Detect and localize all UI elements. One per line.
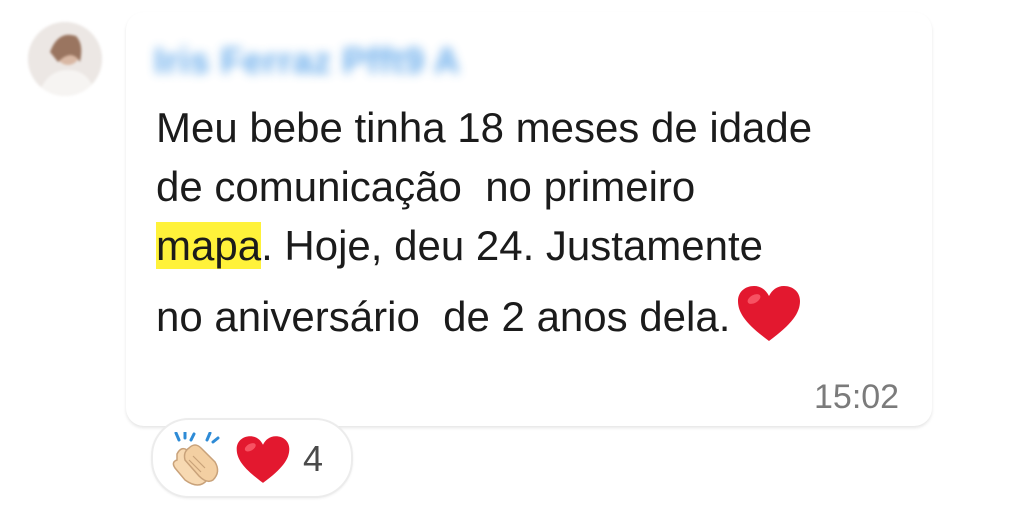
highlighted-word: mapa — [156, 222, 262, 269]
message-text-line-3-rest: . Hoje, deu 24. Justamente — [261, 222, 764, 269]
message-text-line-3: mapa. Hoje, deu 24. Justamente — [156, 221, 763, 271]
message-text-line-4-text: no aniversário de 2 anos dela. — [156, 293, 731, 341]
message-text-line-4: no aniversário de 2 anos dela. — [156, 286, 802, 350]
reaction-count: 4 — [303, 438, 324, 479]
reactions-pill[interactable]: 4 — [151, 418, 353, 498]
message-text-line-1: Meu bebe tinha 18 meses de idade — [156, 104, 813, 151]
avatar[interactable] — [28, 22, 102, 96]
clapping-hands-icon — [167, 430, 225, 488]
message-timestamp: 15:02 — [814, 378, 900, 416]
sender-name[interactable]: Iris Ferraz Pfft9 A — [154, 40, 460, 82]
message-text-line-2: de comunicação no primeiro — [156, 163, 696, 210]
red-heart-reaction-icon — [235, 434, 291, 486]
red-heart-icon — [736, 284, 802, 344]
chat-message-screen: Iris Ferraz Pfft9 A Meu bebe tinha 18 me… — [0, 0, 1022, 513]
